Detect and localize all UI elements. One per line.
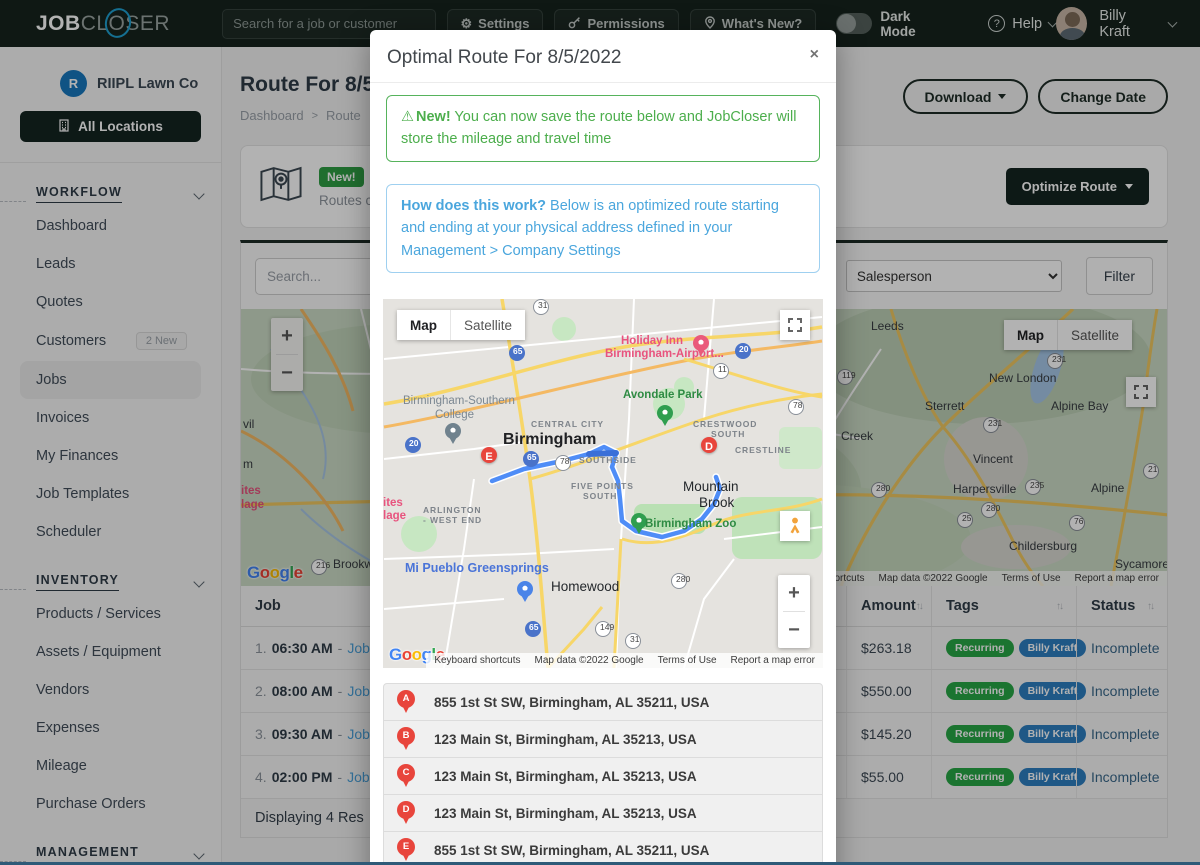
stop-marker-icon: E bbox=[397, 838, 415, 856]
close-icon[interactable]: × bbox=[810, 47, 819, 63]
map-attribution: Keyboard shortcuts Map data ©2022 Google T… bbox=[426, 653, 823, 668]
modal-title: Optimal Route For 8/5/2022 bbox=[387, 47, 621, 69]
how-it-works-alert: How does this work? Below is an optimize… bbox=[386, 184, 820, 273]
satellite-type-button[interactable]: Satellite bbox=[450, 310, 525, 340]
map-label: Birmingham bbox=[503, 431, 519, 447]
attribution-link[interactable]: Report a map error bbox=[731, 655, 815, 666]
map-label: Mi Pueblo Greensprings bbox=[405, 561, 421, 577]
attribution-link[interactable]: Keyboard shortcuts bbox=[434, 655, 520, 666]
map-label: Mountain bbox=[683, 479, 699, 495]
zoom-in-button[interactable]: + bbox=[778, 575, 810, 611]
route-stop[interactable]: A 855 1st St SW, Birmingham, AL 35211, U… bbox=[383, 683, 823, 721]
stop-marker-icon: A bbox=[397, 690, 415, 708]
new-feature-alert: ⚠New! You can now save the route below a… bbox=[386, 95, 820, 162]
optimal-route-map[interactable]: 3165Holiday InnBirmingham-Airport...2011… bbox=[383, 299, 823, 668]
attribution-link[interactable]: Map data ©2022 Google bbox=[534, 655, 643, 666]
fullscreen-icon[interactable] bbox=[780, 310, 810, 340]
stop-address: 123 Main St, Birmingham, AL 35213, USA bbox=[434, 806, 697, 821]
optimal-route-modal: Optimal Route For 8/5/2022 × ⚠New! You c… bbox=[370, 30, 836, 865]
route-stop[interactable]: C 123 Main St, Birmingham, AL 35213, USA bbox=[383, 757, 823, 795]
pegman-icon[interactable] bbox=[780, 511, 810, 541]
map-type-button[interactable]: Map bbox=[397, 310, 450, 340]
stop-marker-icon: B bbox=[397, 727, 415, 745]
stop-address: 123 Main St, Birmingham, AL 35213, USA bbox=[434, 769, 697, 784]
attribution-link[interactable]: Terms of Use bbox=[658, 655, 717, 666]
stop-address: 855 1st St SW, Birmingham, AL 35211, USA bbox=[434, 695, 709, 710]
stop-marker-icon: D bbox=[397, 801, 415, 819]
route-stop[interactable]: E 855 1st St SW, Birmingham, AL 35211, U… bbox=[383, 831, 823, 865]
app-window: JOBCLOSER ⚙Settings Permissions What's N… bbox=[0, 0, 1200, 865]
stop-marker-icon: C bbox=[397, 764, 415, 782]
stop-address: 855 1st St SW, Birmingham, AL 35211, USA bbox=[434, 843, 709, 858]
route-stops-list: A 855 1st St SW, Birmingham, AL 35211, U… bbox=[383, 683, 823, 865]
map-label: Brook bbox=[699, 495, 715, 511]
map-label: Homewood bbox=[551, 579, 567, 595]
warning-icon: ⚠ bbox=[401, 109, 414, 125]
route-stop[interactable]: B 123 Main St, Birmingham, AL 35213, USA bbox=[383, 720, 823, 758]
stop-address: 123 Main St, Birmingham, AL 35213, USA bbox=[434, 732, 697, 747]
route-stop[interactable]: D 123 Main St, Birmingham, AL 35213, USA bbox=[383, 794, 823, 832]
zoom-out-button[interactable]: − bbox=[778, 612, 810, 648]
